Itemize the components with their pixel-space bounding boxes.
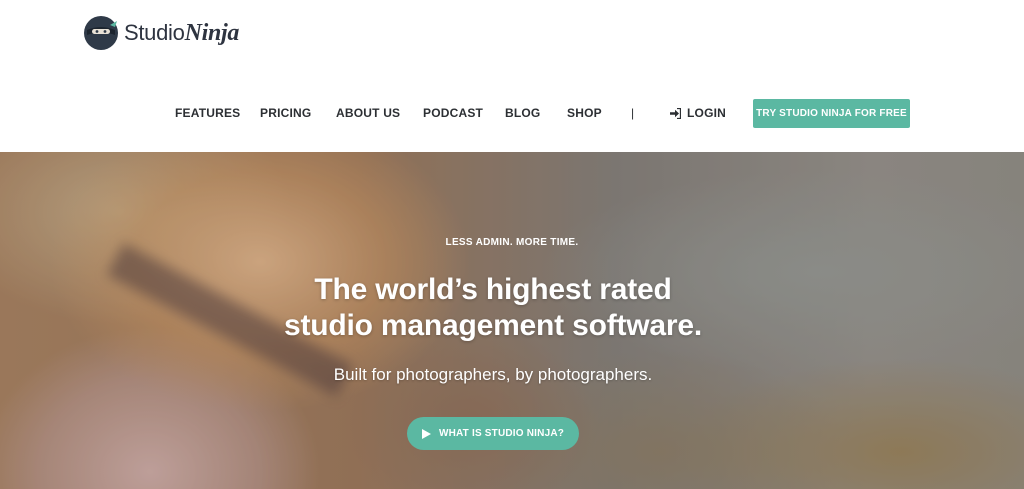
hero-section: LESS ADMIN. MORE TIME. The world’s highe… xyxy=(0,152,1024,489)
login-label: LOGIN xyxy=(687,106,726,120)
nav-item-features[interactable]: FEATURES xyxy=(175,100,240,126)
nav-item-about-us[interactable]: ABOUT US xyxy=(336,100,400,126)
ninja-logo-icon xyxy=(84,16,118,50)
hero-headline-line-1: The world’s highest rated xyxy=(314,273,672,306)
login-icon xyxy=(670,107,681,119)
try-free-button[interactable]: TRY STUDIO NINJA FOR FREE xyxy=(753,99,910,128)
logo-wordmark: Studio Ninja xyxy=(124,20,239,47)
hero-headline: The world’s highest rated studio managem… xyxy=(0,272,986,344)
logo[interactable]: Studio Ninja xyxy=(84,15,239,51)
logo-studio-text: Studio xyxy=(124,19,185,45)
what-is-studio-ninja-button[interactable]: WHAT IS STUDIO NINJA? xyxy=(407,417,579,450)
login-link[interactable]: LOGIN xyxy=(670,100,726,126)
nav-item-podcast[interactable]: PODCAST xyxy=(423,100,483,126)
nav-item-pricing[interactable]: PRICING xyxy=(260,100,311,126)
hero-headline-line-2: studio management software. xyxy=(283,309,702,342)
nav-item-shop[interactable]: SHOP xyxy=(567,100,602,126)
what-is-studio-ninja-label: WHAT IS STUDIO NINJA? xyxy=(438,428,565,439)
nav-item-blog[interactable]: BLOG xyxy=(505,100,540,126)
nav-separator: | xyxy=(631,106,635,120)
logo-ninja-text: Ninja xyxy=(184,19,240,46)
play-icon xyxy=(421,428,431,439)
hero-subheadline: Built for photographers, by photographer… xyxy=(333,365,653,384)
site-header: Studio Ninja FEATURES PRICING ABOUT US PO… xyxy=(0,0,1024,152)
hero-tagline: LESS ADMIN. MORE TIME. xyxy=(445,237,579,248)
